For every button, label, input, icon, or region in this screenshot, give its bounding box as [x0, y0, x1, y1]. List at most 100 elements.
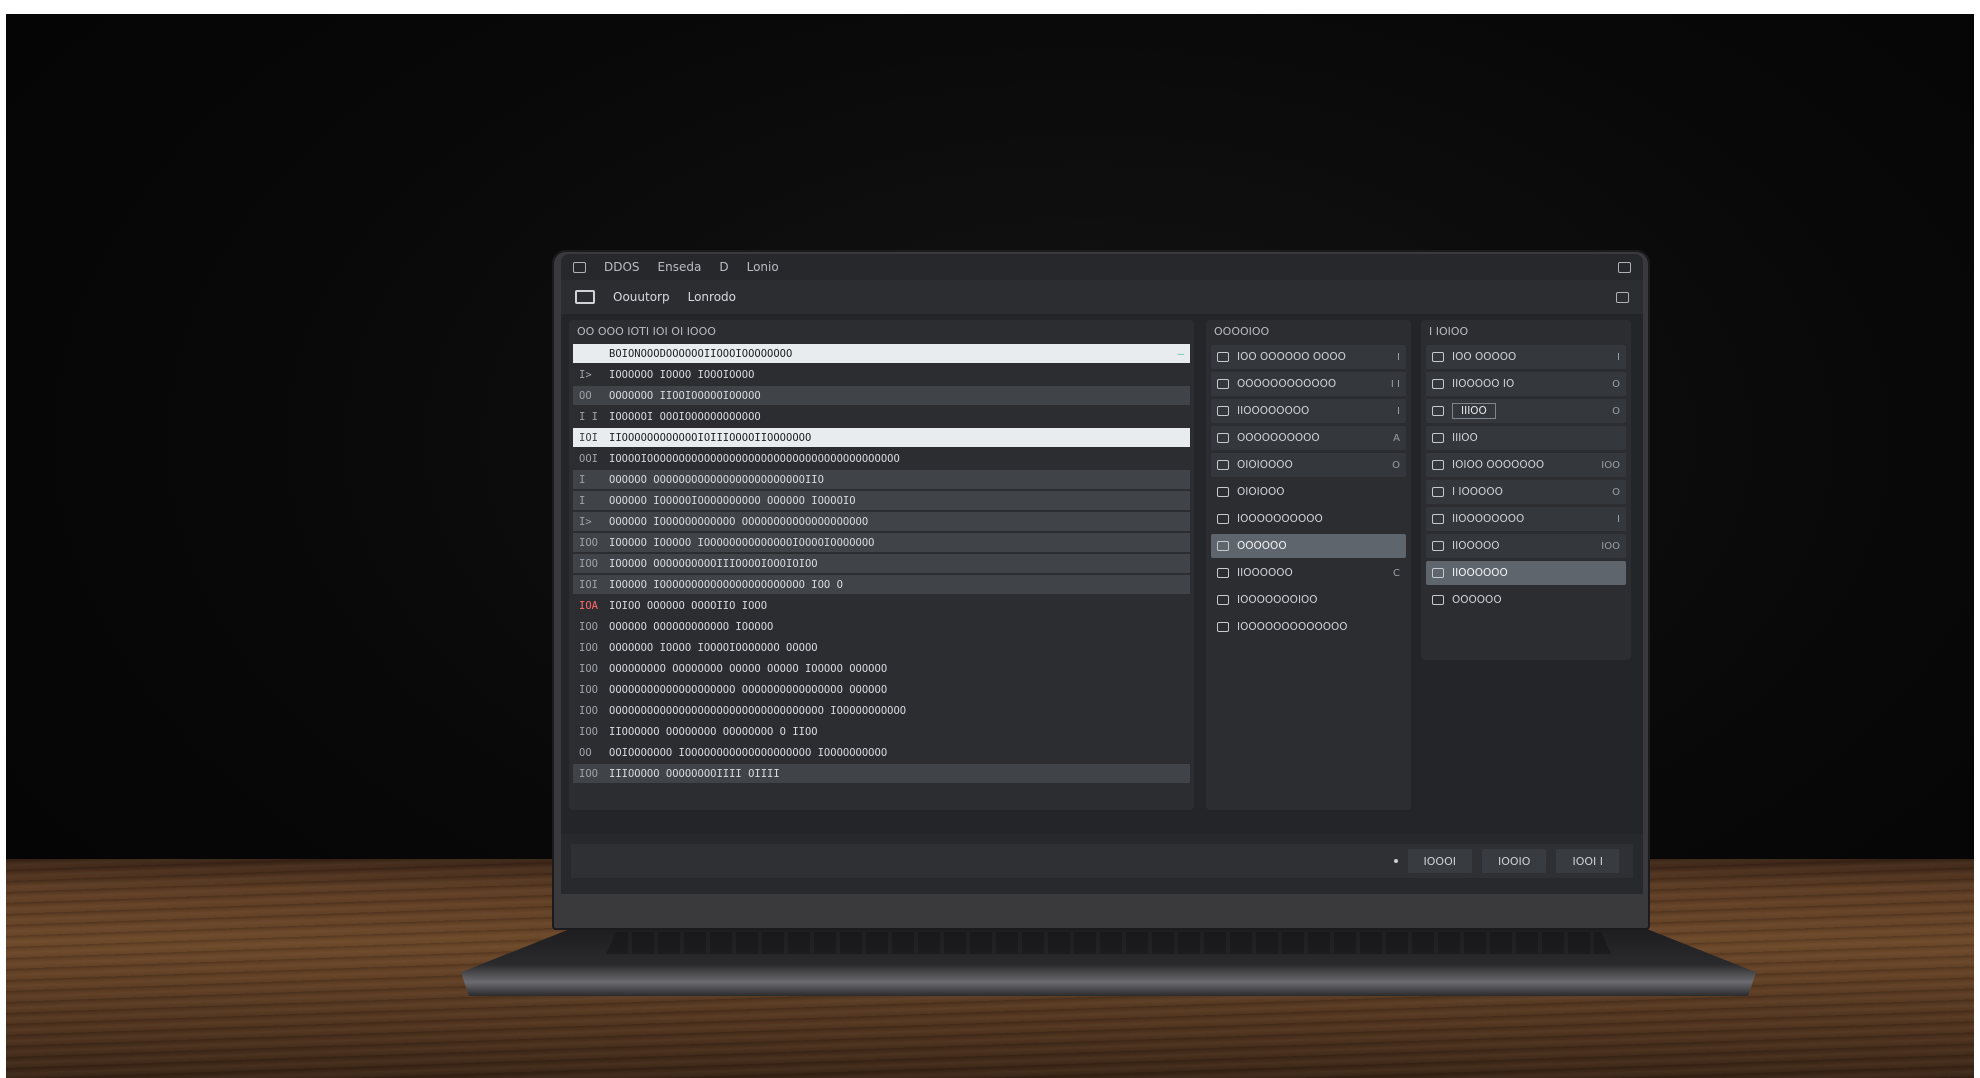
log-row-text: OOOOOO OOOOOOOOOOOO IOOOOO	[609, 620, 774, 633]
log-row-text: OOOOOO IOOOOOOOOOOOO OOOOOOOOOOOOOOOOOOO…	[609, 515, 869, 528]
properties-header: I IOIOO	[1429, 324, 1469, 338]
log-row[interactable]: IOA IOIOO OOOOOO OOOOIIO IOOO	[573, 596, 1190, 615]
details-item[interactable]: IOOOOOOOIOO	[1211, 588, 1406, 612]
property-item[interactable]: IIOOOOOO	[1426, 561, 1626, 585]
property-item-label[interactable]: IIIOO	[1452, 403, 1496, 419]
item-icon	[1217, 379, 1229, 389]
property-item[interactable]: IIIOO O	[1426, 399, 1626, 423]
details-item-label: IOOOOOOOIOO	[1237, 594, 1318, 606]
details-item[interactable]: IIOOOOOO C	[1211, 561, 1406, 585]
property-item[interactable]: IOIOO OOOOOOO IOO	[1426, 453, 1626, 477]
log-row-id: I	[579, 473, 586, 486]
log-row[interactable]: IOO OOOOOO OOOOOOOOOOOO IOOOOO	[573, 617, 1190, 636]
details-panel: OOOOIOO IOO OOOOOO OOOO I OOOOOOOOOOOO I II…	[1206, 320, 1411, 810]
footer-button[interactable]: IOOIO	[1481, 849, 1547, 873]
property-item[interactable]: OOOOOO	[1426, 588, 1626, 612]
log-list-panel: OO OOO IOTI IOI OI IOOO BOIONOOODOOOOOOI…	[569, 320, 1194, 810]
log-row[interactable]: OOI IOOOOIOOOOOOOOOOOOOOOOOOOOOOOOOOOOOOO…	[573, 449, 1190, 468]
log-row-text: OOOOOOOOOOOOOOOOOOOOOOOOOOOOOOOOOO IOOOO…	[609, 704, 907, 717]
property-item-trail: IOO	[1601, 459, 1620, 471]
window-titlebar: DDOS Enseda D Lonio	[561, 254, 1643, 280]
toolbar-tab[interactable]: Lonrodo	[688, 290, 736, 304]
item-icon	[1432, 433, 1444, 443]
property-item[interactable]: IIOOOOO IO O	[1426, 372, 1626, 396]
item-icon	[1432, 568, 1444, 578]
details-item[interactable]: IIOOOOOOOO I	[1211, 399, 1406, 423]
item-icon	[1217, 406, 1229, 416]
details-item[interactable]: OIOIOOO	[1211, 480, 1406, 504]
property-item[interactable]: I IOOOOO O	[1426, 480, 1626, 504]
menu-item[interactable]: D	[719, 260, 728, 274]
window-control-icon[interactable]	[1618, 261, 1631, 273]
window-footer: IOOOI IOOIO IOOI I	[561, 834, 1643, 894]
property-item[interactable]: IIOOOOOOOO I	[1426, 507, 1626, 531]
log-row-id: IOO	[579, 557, 598, 570]
log-row[interactable]: I OOOOOO IOOOOOIOOOOOOOOOO OOOOOO IOOOOIO	[573, 491, 1190, 510]
item-icon	[1217, 433, 1229, 443]
log-row-text: OOOOOO OOOOOOOOOOOOOOOOOOOOOOOOIIO	[609, 473, 824, 486]
status-dot-icon	[1393, 859, 1398, 863]
details-item-label: IOOOOOOOOOO	[1237, 513, 1323, 525]
grid-icon[interactable]	[575, 290, 595, 304]
log-row-id: I I	[579, 410, 598, 423]
log-row-text: IIOOOOOO OOOOOOOO OOOOOOOO O IIOO	[609, 725, 818, 738]
property-item[interactable]: IIOOOOO IOO	[1426, 534, 1626, 558]
item-icon	[1432, 379, 1444, 389]
log-row[interactable]: IOO OOOOOOOOOOOOOOOOOOOO OOOOOOOOOOOOOOOO…	[573, 680, 1190, 699]
details-item-trail: A	[1393, 432, 1400, 444]
item-icon	[1217, 568, 1229, 578]
log-row[interactable]: IOO IIIOOOOO OOOOOOOOIIII OIIII	[573, 764, 1190, 783]
details-item-label: OOOOOO	[1237, 540, 1287, 552]
log-row-text: IIOOOOOOOOOOOOIOIIIOOOOIIOOOOOOO	[609, 431, 812, 444]
details-item-label: IOO OOOOOO OOOO	[1237, 351, 1346, 363]
details-item[interactable]: IOO OOOOOO OOOO I	[1211, 345, 1406, 369]
details-item[interactable]: OOOOOOOOOOOO I I	[1211, 372, 1406, 396]
details-item[interactable]: OIOIOOOO O	[1211, 453, 1406, 477]
log-list: BOIONOOODOOOOOOIIOOOIOOOOOOOO – I> IOOOOOO …	[569, 344, 1194, 783]
log-row[interactable]: OO OOIOOOOOOO IOOOOOOOOOOOOOOOOOOOO IOOOO…	[573, 743, 1190, 762]
log-row[interactable]: I OOOOOO OOOOOOOOOOOOOOOOOOOOOOOOIIO	[573, 470, 1190, 489]
log-row-text: IOIOO OOOOOO OOOOIIO IOOO	[609, 599, 768, 612]
log-row[interactable]: IOO IOOOOO IOOOOO IOOOOOOOOOOOOOOIOOOOIOO…	[573, 533, 1190, 552]
log-row[interactable]: IOO OOOOOOO IOOOO IOOOOIOOOOOOO OOOOO	[573, 638, 1190, 657]
laptop-screen: DDOS Enseda D Lonio Oouutorp Lonrodo OO …	[561, 254, 1643, 894]
log-row-text: OOIOOOOOOO IOOOOOOOOOOOOOOOOOOOO IOOOOOO…	[609, 746, 888, 759]
item-icon	[1432, 352, 1444, 362]
log-row[interactable]: IOO OOOOOOOOO OOOOOOOO OOOOO OOOOO IOOOOO…	[573, 659, 1190, 678]
footer-button[interactable]: IOOI I	[1556, 849, 1619, 873]
log-row-text: IOOOOO IOOOOOOOOOOOOOOOOOOOOOOO IOO O	[609, 578, 843, 591]
log-row[interactable]: IOO OOOOOOOOOOOOOOOOOOOOOOOOOOOOOOOOOO IO…	[573, 701, 1190, 720]
log-row-text: IOOOOO IOOOOO IOOOOOOOOOOOOOOIOOOOIOOOOO…	[609, 536, 875, 549]
log-row[interactable]: IOI IIOOOOOOOOOOOOIOIIIOOOOIIOOOOOOO	[573, 428, 1190, 447]
menu-item[interactable]: DDOS	[604, 260, 640, 274]
log-row-id: I>	[579, 368, 592, 381]
log-row-text: OOOOOOO IOOOO IOOOOIOOOOOOO OOOOO	[609, 641, 818, 654]
menu-item[interactable]: Lonio	[747, 260, 779, 274]
log-row[interactable]: IOI IOOOOO IOOOOOOOOOOOOOOOOOOOOOOO IOO O	[573, 575, 1190, 594]
log-row-id: IOO	[579, 620, 598, 633]
details-item[interactable]: OOOOOOOOOO A	[1211, 426, 1406, 450]
menu-item[interactable]: Enseda	[658, 260, 702, 274]
details-item[interactable]: IOOOOOOOOOO	[1211, 507, 1406, 531]
details-item[interactable]: IOOOOOOOOOOOOO	[1211, 615, 1406, 639]
item-icon	[1432, 541, 1444, 551]
log-row[interactable]: OO OOOOOOO IIOOIOOOOOIOOOOO	[573, 386, 1190, 405]
toolbar-tab[interactable]: Oouutorp	[613, 290, 670, 304]
property-item[interactable]: IOO OOOOO I	[1426, 345, 1626, 369]
log-row[interactable]: I> OOOOOO IOOOOOOOOOOOO OOOOOOOOOOOOOOOOO…	[573, 512, 1190, 531]
log-row-text: OOOOOOO IIOOIOOOOOIOOOOO	[609, 389, 761, 402]
footer-button[interactable]: IOOOI	[1407, 849, 1472, 873]
log-row-id: IOO	[579, 704, 598, 717]
panel-toggle-icon[interactable]	[1616, 291, 1629, 303]
log-row-id: OOI	[579, 452, 598, 465]
details-item[interactable]: OOOOOO	[1211, 534, 1406, 558]
log-row[interactable]: I> IOOOOOO IOOOO IOOOIOOOO	[573, 365, 1190, 384]
details-item-label: IIOOOOOOOO	[1237, 405, 1310, 417]
log-row[interactable]: BOIONOOODOOOOOOIIOOOIOOOOOOOO –	[573, 344, 1190, 363]
log-row[interactable]: IOO IIOOOOOO OOOOOOOO OOOOOOOO O IIOO	[573, 722, 1190, 741]
main-content: OO OOO IOTI IOI OI IOOO BOIONOOODOOOOOOI…	[561, 314, 1643, 826]
property-item[interactable]: IIIOO	[1426, 426, 1626, 450]
log-row-text: IOOOOO OOOOOOOOOOIIIOOOOIOOOIOIOO	[609, 557, 818, 570]
log-row[interactable]: IOO IOOOOO OOOOOOOOOOIIIOOOOIOOOIOIOO	[573, 554, 1190, 573]
log-row[interactable]: I I IOOOOOI OOOIOOOOOOOOOOOO	[573, 407, 1190, 426]
